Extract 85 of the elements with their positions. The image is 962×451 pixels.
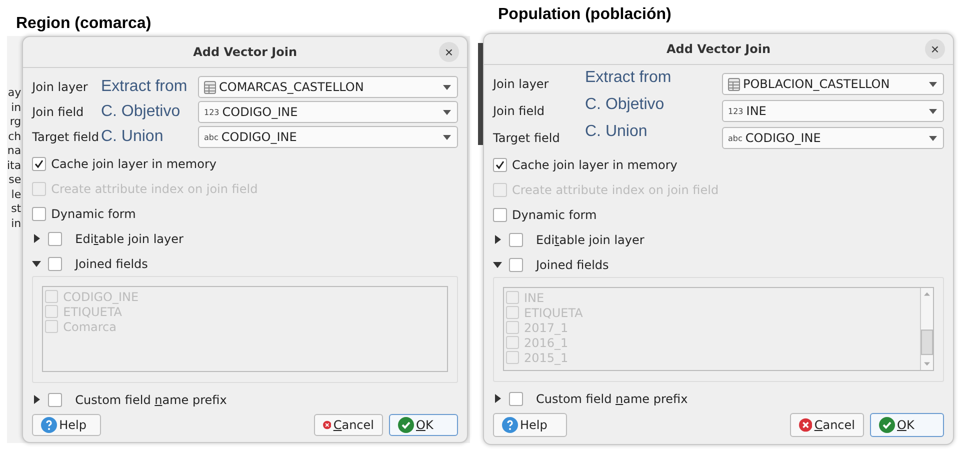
cancel-button[interactable]: Cancel: [790, 413, 864, 437]
section-label: Joined fields: [75, 256, 148, 270]
field-label: Join field: [493, 104, 546, 118]
expander-icon[interactable]: [493, 394, 502, 403]
dialog-title: Add Vector Join: [666, 42, 770, 56]
expander-icon[interactable]: [32, 395, 42, 404]
close-icon: [799, 417, 812, 433]
window-text: na: [7, 144, 22, 158]
annotation-text: Extract from: [585, 69, 672, 87]
caret-icon: [929, 82, 937, 86]
section-label: Custom field name prefix: [75, 392, 227, 406]
checkbox-label: Dynamic form: [51, 206, 136, 220]
dialog-title: Add Vector Join: [193, 45, 298, 59]
annotation-text: C. Union: [585, 123, 648, 141]
field-label: Join layer: [493, 77, 550, 91]
help-button[interactable]: Help: [32, 414, 102, 436]
annotation-text: C. Objetivo: [585, 96, 666, 114]
dropdown[interactable]: COMARCAS_CASTELLON: [198, 76, 458, 98]
caret-icon: [443, 134, 451, 140]
section-label: Editable join layer: [536, 232, 644, 246]
expander-icon[interactable]: [32, 234, 42, 243]
dropdown-value: INE: [746, 104, 768, 118]
checkbox[interactable]: [32, 206, 46, 220]
ok-button[interactable]: OK: [389, 414, 458, 436]
section-label: Joined fields: [536, 258, 609, 272]
cancel-button[interactable]: Cancel: [314, 414, 383, 436]
dropdown[interactable]: abc CODIGO_INE: [722, 127, 944, 149]
field-label: Join field: [32, 105, 85, 119]
dropdown[interactable]: POBLACION_CASTELLON: [722, 73, 944, 95]
dropdown-value: CODIGO_INE: [222, 105, 299, 119]
checkbox[interactable]: [509, 232, 523, 246]
table-icon: [204, 80, 216, 94]
window-text: st: [10, 202, 22, 216]
check-icon: [398, 417, 414, 433]
window-text: le: [10, 188, 22, 201]
dropdown-value: COMARCAS_CASTELLON: [219, 80, 365, 94]
field-label: Target field: [493, 131, 561, 145]
caret-icon: [443, 84, 451, 90]
close-button[interactable]: ×: [925, 39, 945, 59]
checkbox[interactable]: [48, 392, 62, 406]
caret-icon: [929, 136, 937, 140]
annotation-text: C. Objetivo: [100, 103, 182, 121]
caret-icon: [929, 108, 937, 114]
window-text: ita: [7, 158, 22, 172]
field-label: Join layer: [32, 80, 89, 94]
close-button[interactable]: ×: [439, 42, 459, 62]
checkbox[interactable]: [493, 208, 507, 222]
table-icon: [728, 78, 740, 90]
dropdown[interactable]: 123 INE: [722, 100, 944, 122]
type-label: abc: [728, 134, 742, 142]
dropdown[interactable]: abc CODIGO_INE: [198, 126, 458, 148]
window-text: in: [10, 100, 22, 114]
help-icon: [502, 417, 518, 433]
annotation-text: C. Union: [100, 128, 164, 146]
dropdown-value: POBLACION_CASTELLON: [743, 77, 891, 91]
panel-heading: Population (población): [497, 5, 672, 25]
dropdown-value: CODIGO_INE: [745, 131, 822, 145]
checkbox-label: Dynamic form: [512, 208, 597, 222]
type-label: 123: [204, 108, 220, 116]
window-text: se: [8, 173, 22, 186]
checkbox[interactable]: [493, 158, 507, 172]
section-label: Editable join layer: [75, 232, 184, 246]
checkbox-label: Cache join layer in memory: [512, 158, 678, 172]
help-button[interactable]: Help: [493, 413, 567, 437]
help-icon: [41, 417, 58, 433]
field-label: Target field: [32, 130, 99, 144]
type-label: abc: [204, 132, 218, 142]
check-icon: [879, 417, 895, 433]
dropdown[interactable]: 123 CODIGO_INE: [198, 101, 458, 123]
window-text: in: [10, 216, 22, 230]
dropdown-value: CODIGO_INE: [221, 130, 298, 144]
window-text: ay: [7, 86, 22, 100]
type-label: 123: [728, 106, 744, 116]
checkbox[interactable]: [32, 156, 46, 170]
section-label: Custom field name prefix: [536, 392, 688, 406]
checkbox[interactable]: [48, 232, 62, 246]
ok-button[interactable]: OK: [870, 413, 944, 437]
checkbox[interactable]: [509, 392, 523, 406]
window-text: rg: [8, 115, 22, 128]
panel-heading: Region (comarca): [15, 14, 152, 34]
expander-icon[interactable]: [493, 235, 502, 244]
window-text: ch: [7, 130, 22, 143]
checkbox-label: Cache join layer in memory: [51, 156, 216, 170]
annotation-text: Extract from: [100, 78, 188, 96]
caret-icon: [443, 110, 451, 114]
